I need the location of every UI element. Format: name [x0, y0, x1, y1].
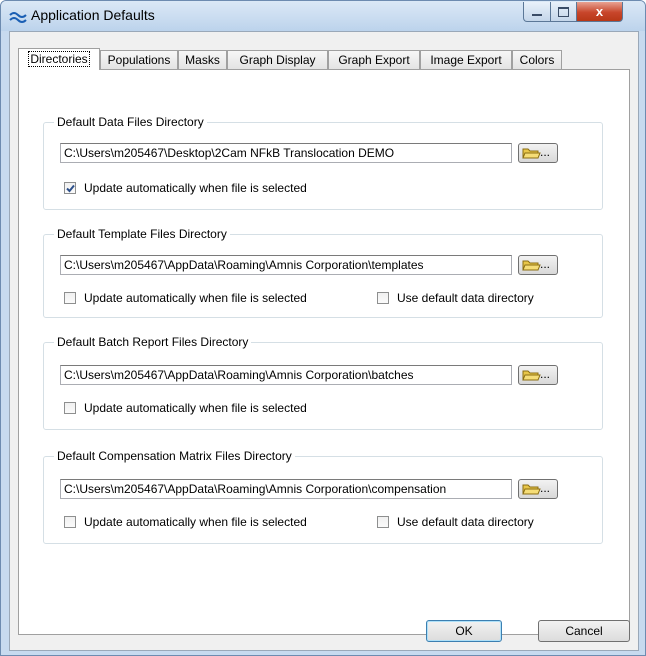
template-files-update-auto-option[interactable]: Update automatically when file is select… [64, 291, 364, 307]
tab-directories-label: Directories [28, 51, 90, 67]
tab-masks[interactable]: Masks [178, 50, 227, 69]
batch-files-browse-button[interactable]: ... [518, 365, 558, 385]
ok-button[interactable]: OK [426, 620, 502, 642]
compensation-files-update-auto-label: Update automatically when file is select… [84, 515, 307, 529]
cancel-button[interactable]: Cancel [538, 620, 630, 642]
template-files-browse-label: ... [540, 257, 551, 271]
checkmark-icon [66, 184, 75, 193]
tab-masks-label: Masks [185, 53, 220, 67]
maximize-button[interactable] [550, 2, 577, 22]
template-files-browse-button[interactable]: ... [518, 255, 558, 275]
tab-graph-export[interactable]: Graph Export [328, 50, 420, 69]
minimize-button[interactable] [523, 2, 551, 22]
title-bar[interactable]: Application Defaults x [1, 1, 645, 31]
tab-image-export-label: Image Export [430, 53, 502, 67]
tab-populations[interactable]: Populations [100, 50, 178, 69]
data-files-group: Default Data Files Directory ... [43, 115, 603, 210]
window-title: Application Defaults [31, 7, 155, 23]
compensation-files-browse-label: ... [540, 481, 551, 495]
application-defaults-window: Application Defaults x Directories Popul… [0, 0, 646, 656]
data-files-browse-button[interactable]: ... [518, 143, 558, 163]
compensation-files-use-default-label: Use default data directory [397, 515, 534, 529]
batch-files-update-auto-checkbox[interactable] [64, 402, 76, 414]
template-files-use-default-label: Use default data directory [397, 291, 534, 305]
compensation-files-group: Default Compensation Matrix Files Direct… [43, 449, 603, 544]
template-files-path-input[interactable] [60, 255, 512, 275]
tab-populations-label: Populations [107, 53, 171, 67]
tab-graph-export-label: Graph Export [338, 53, 410, 67]
compensation-files-path-input[interactable] [60, 479, 512, 499]
tab-graph-display-label: Graph Display [239, 53, 316, 67]
compensation-files-use-default-option[interactable]: Use default data directory [377, 515, 577, 531]
batch-files-browse-label: ... [540, 367, 551, 381]
batch-files-path-input[interactable] [60, 365, 512, 385]
compensation-files-update-auto-checkbox[interactable] [64, 516, 76, 528]
template-files-group: Default Template Files Directory ... Upd… [43, 227, 603, 318]
template-files-use-default-checkbox[interactable] [377, 292, 389, 304]
close-button[interactable]: x [576, 2, 623, 22]
data-files-update-auto-checkbox[interactable] [64, 182, 76, 194]
data-files-browse-label: ... [540, 145, 551, 159]
minimize-icon [532, 14, 542, 16]
template-files-update-auto-checkbox[interactable] [64, 292, 76, 304]
tab-colors-label: Colors [519, 53, 555, 67]
batch-files-update-auto-option[interactable]: Update automatically when file is select… [64, 401, 364, 417]
compensation-files-group-title: Default Compensation Matrix Files Direct… [54, 449, 295, 463]
data-files-update-auto-option[interactable]: Update automatically when file is select… [64, 181, 364, 197]
data-files-path-input[interactable] [60, 143, 512, 163]
directories-panel: Default Data Files Directory ... [18, 69, 630, 635]
data-files-group-title: Default Data Files Directory [54, 115, 207, 129]
batch-files-group: Default Batch Report Files Directory ...… [43, 335, 603, 430]
app-wave-icon [9, 12, 27, 23]
tab-directories[interactable]: Directories [18, 48, 100, 70]
tab-colors[interactable]: Colors [512, 50, 562, 69]
template-files-update-auto-label: Update automatically when file is select… [84, 291, 307, 305]
template-files-group-title: Default Template Files Directory [54, 227, 230, 241]
compensation-files-use-default-checkbox[interactable] [377, 516, 389, 528]
batch-files-update-auto-label: Update automatically when file is select… [84, 401, 307, 415]
dialog-client-area: Directories Populations Masks Graph Disp… [9, 31, 639, 651]
batch-files-group-title: Default Batch Report Files Directory [54, 335, 252, 349]
data-files-update-auto-label: Update automatically when file is select… [84, 181, 307, 195]
tab-graph-display[interactable]: Graph Display [227, 50, 328, 69]
compensation-files-update-auto-option[interactable]: Update automatically when file is select… [64, 515, 364, 531]
tab-image-export[interactable]: Image Export [420, 50, 512, 69]
close-icon: x [595, 4, 604, 19]
maximize-icon [558, 7, 569, 17]
compensation-files-browse-button[interactable]: ... [518, 479, 558, 499]
template-files-use-default-option[interactable]: Use default data directory [377, 291, 577, 307]
